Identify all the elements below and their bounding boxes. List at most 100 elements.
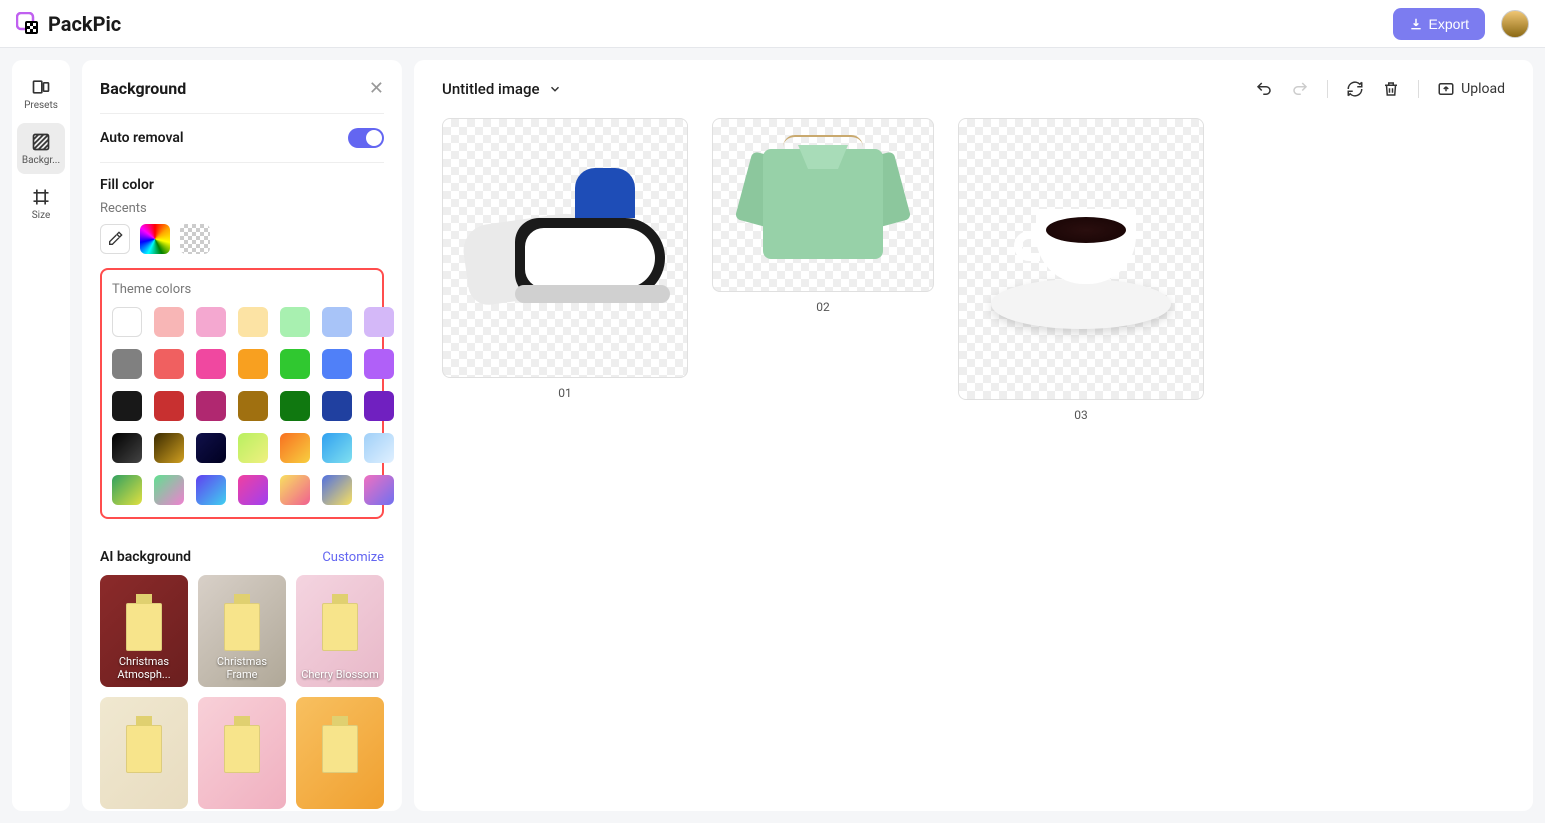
image-thumbnail[interactable] bbox=[712, 118, 934, 292]
topbar: PackPic Export bbox=[0, 0, 1545, 48]
perfume-bottle-icon bbox=[224, 603, 260, 651]
tab-background[interactable]: Backgr... bbox=[17, 123, 65, 174]
fill-color-label: Fill color bbox=[100, 177, 384, 193]
theme-color-swatch[interactable] bbox=[280, 307, 310, 337]
theme-color-swatch[interactable] bbox=[364, 391, 394, 421]
side-panel: Background ✕ Auto removal Fill color Rec… bbox=[82, 60, 402, 811]
background-icon bbox=[30, 131, 52, 153]
ai-background-grid: Christmas Atmosph... Christmas Frame Cherr… bbox=[100, 575, 384, 809]
tab-label: Size bbox=[32, 210, 51, 221]
theme-color-swatch[interactable] bbox=[238, 391, 268, 421]
theme-color-swatch[interactable] bbox=[112, 307, 142, 337]
logo[interactable]: PackPic bbox=[16, 12, 121, 36]
image-thumbnail[interactable] bbox=[958, 118, 1204, 400]
theme-color-swatch[interactable] bbox=[322, 391, 352, 421]
customize-link[interactable]: Customize bbox=[322, 550, 384, 565]
theme-color-swatch[interactable] bbox=[322, 307, 352, 337]
separator bbox=[1327, 80, 1328, 98]
close-icon[interactable]: ✕ bbox=[369, 78, 384, 99]
avatar[interactable] bbox=[1501, 10, 1529, 38]
theme-color-swatch[interactable] bbox=[154, 391, 184, 421]
theme-color-swatch[interactable] bbox=[322, 349, 352, 379]
theme-color-swatch[interactable] bbox=[238, 307, 268, 337]
tab-size[interactable]: Size bbox=[17, 178, 65, 229]
ai-card-label: Christmas Atmosph... bbox=[104, 655, 184, 681]
topbar-right: Export bbox=[1393, 8, 1529, 40]
ai-background-section: AI background Customize Christmas Atmosp… bbox=[100, 549, 384, 809]
delete-button[interactable] bbox=[1382, 80, 1400, 98]
theme-color-swatch[interactable] bbox=[112, 349, 142, 379]
perfume-bottle-icon bbox=[224, 725, 260, 773]
download-icon bbox=[1409, 17, 1423, 31]
auto-removal-toggle[interactable] bbox=[348, 128, 384, 148]
image-thumbnail[interactable] bbox=[442, 118, 688, 378]
theme-color-swatch[interactable] bbox=[154, 349, 184, 379]
theme-gradient-swatch[interactable] bbox=[196, 475, 226, 505]
theme-color-swatch[interactable] bbox=[196, 349, 226, 379]
theme-color-swatch[interactable] bbox=[196, 307, 226, 337]
refresh-button[interactable] bbox=[1346, 80, 1364, 98]
export-button[interactable]: Export bbox=[1393, 8, 1485, 40]
images-row: 01 02 bbox=[442, 118, 1505, 422]
theme-color-swatch[interactable] bbox=[280, 391, 310, 421]
presets-icon bbox=[30, 76, 52, 98]
size-icon bbox=[30, 186, 52, 208]
recents-row bbox=[100, 224, 384, 254]
export-label: Export bbox=[1429, 16, 1469, 32]
theme-gradient-swatch[interactable] bbox=[322, 475, 352, 505]
theme-gradient-swatch[interactable] bbox=[322, 433, 352, 463]
eyedropper-button[interactable] bbox=[100, 224, 130, 254]
fill-color-section: Fill color Recents Theme colors bbox=[100, 163, 384, 533]
auto-removal-label: Auto removal bbox=[100, 130, 184, 146]
theme-color-swatch[interactable] bbox=[112, 391, 142, 421]
theme-gradient-swatch[interactable] bbox=[196, 433, 226, 463]
canvas-title-text: Untitled image bbox=[442, 80, 540, 98]
ai-background-card[interactable] bbox=[100, 697, 188, 809]
theme-color-swatch[interactable] bbox=[364, 349, 394, 379]
theme-color-swatch[interactable] bbox=[196, 391, 226, 421]
separator bbox=[1418, 80, 1419, 98]
upload-button[interactable]: Upload bbox=[1437, 80, 1505, 98]
ai-background-card[interactable] bbox=[198, 697, 286, 809]
main: Presets Backgr... Size Background ✕ Auto… bbox=[0, 48, 1545, 823]
theme-gradient-swatch[interactable] bbox=[364, 475, 394, 505]
ai-background-card[interactable]: Christmas Atmosph... bbox=[100, 575, 188, 687]
redo-button[interactable] bbox=[1291, 80, 1309, 98]
tab-label: Presets bbox=[24, 100, 58, 111]
ai-card-label: Christmas Frame bbox=[202, 655, 282, 681]
theme-color-swatch[interactable] bbox=[238, 349, 268, 379]
ai-card-label: Cherry Blossom bbox=[301, 668, 379, 681]
theme-color-swatch[interactable] bbox=[364, 307, 394, 337]
vertical-tabs: Presets Backgr... Size bbox=[12, 60, 70, 811]
theme-gradient-swatch[interactable] bbox=[280, 433, 310, 463]
ai-background-card[interactable]: Cherry Blossom bbox=[296, 575, 384, 687]
theme-gradient-swatch[interactable] bbox=[112, 433, 142, 463]
panel-header: Background ✕ bbox=[100, 78, 384, 114]
perfume-bottle-icon bbox=[322, 603, 358, 651]
canvas-area: Untitled image Upload bbox=[414, 60, 1533, 811]
ai-background-card[interactable]: Christmas Frame bbox=[198, 575, 286, 687]
tab-presets[interactable]: Presets bbox=[17, 68, 65, 119]
theme-gradient-swatch[interactable] bbox=[238, 475, 268, 505]
app-name: PackPic bbox=[48, 12, 121, 36]
theme-gradient-swatch[interactable] bbox=[154, 433, 184, 463]
image-item: 03 bbox=[958, 118, 1204, 422]
theme-gradient-swatch[interactable] bbox=[112, 475, 142, 505]
theme-gradient-swatch[interactable] bbox=[238, 433, 268, 463]
canvas-toolbar: Untitled image Upload bbox=[442, 80, 1505, 98]
ai-background-card[interactable] bbox=[296, 697, 384, 809]
theme-color-swatch[interactable] bbox=[280, 349, 310, 379]
panel-title: Background bbox=[100, 79, 186, 98]
recents-label: Recents bbox=[100, 201, 384, 216]
theme-gradient-swatch[interactable] bbox=[154, 475, 184, 505]
swatch-transparent[interactable] bbox=[180, 224, 210, 254]
theme-gradient-swatch[interactable] bbox=[364, 433, 394, 463]
undo-button[interactable] bbox=[1255, 80, 1273, 98]
theme-gradient-swatch[interactable] bbox=[280, 475, 310, 505]
theme-color-grid bbox=[112, 307, 372, 505]
image-caption: 01 bbox=[558, 386, 572, 400]
theme-color-swatch[interactable] bbox=[154, 307, 184, 337]
swatch-rainbow[interactable] bbox=[140, 224, 170, 254]
canvas-title-dropdown[interactable]: Untitled image bbox=[442, 80, 562, 98]
chevron-down-icon bbox=[548, 82, 562, 96]
